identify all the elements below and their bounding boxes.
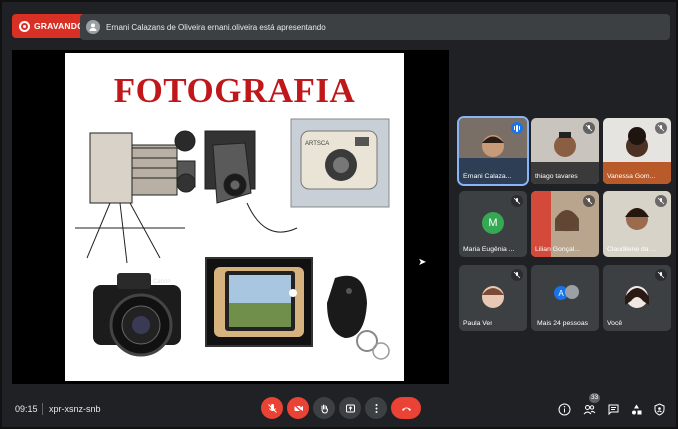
mouse-cursor-icon: ➤ bbox=[418, 257, 427, 268]
hand-icon bbox=[321, 404, 328, 414]
mic-off-icon bbox=[267, 403, 277, 413]
participant-tile[interactable]: thiago tavares bbox=[531, 118, 599, 184]
participant-tile[interactable]: Ernani Calaza... bbox=[457, 116, 529, 186]
people-icon bbox=[583, 404, 595, 414]
activities-button[interactable] bbox=[629, 402, 643, 416]
dslr-camera: Canon bbox=[93, 273, 181, 357]
participant-name: Claudilene da ... bbox=[607, 246, 657, 253]
meet-window: GRAVANDO Ernani Calazans de Oliveira ern… bbox=[0, 0, 678, 429]
presenter-text: Ernani Calazans de Oliveira ernani.olive… bbox=[106, 22, 326, 32]
mic-off-icon bbox=[511, 269, 523, 281]
participant-tile[interactable]: Lilian Gonçal... bbox=[531, 191, 599, 257]
camera-toggle-button[interactable] bbox=[287, 397, 309, 419]
present-screen-button[interactable] bbox=[339, 397, 361, 419]
more-options-button[interactable] bbox=[365, 397, 387, 419]
mic-off-icon bbox=[655, 269, 667, 281]
participant-tile[interactable]: M Maria Eugênia ... bbox=[459, 191, 527, 257]
participants-button[interactable] bbox=[582, 402, 596, 416]
meeting-info-button[interactable] bbox=[557, 402, 571, 416]
raise-hand-button[interactable] bbox=[313, 397, 335, 419]
presenter-banner: Ernani Calazans de Oliveira ernani.olive… bbox=[80, 14, 670, 40]
presenter-avatar-icon bbox=[86, 20, 100, 34]
record-icon bbox=[19, 20, 30, 32]
more-vert-icon bbox=[375, 403, 377, 413]
meeting-code[interactable]: xpr-xsnz-snb bbox=[49, 404, 101, 414]
folding-camera bbox=[204, 130, 298, 233]
self-tile[interactable]: Você bbox=[603, 265, 671, 331]
hang-up-icon bbox=[401, 407, 411, 411]
host-controls-button[interactable] bbox=[652, 402, 666, 416]
mic-toggle-button[interactable] bbox=[261, 397, 283, 419]
shield-icon bbox=[654, 402, 664, 416]
participant-name: Mais 24 pessoas bbox=[537, 320, 589, 327]
leave-call-button[interactable] bbox=[391, 397, 421, 419]
participant-name: Paula Ver bbox=[463, 320, 493, 327]
participant-name: Maria Eugênia ... bbox=[463, 246, 515, 253]
more-participants-tile[interactable]: A Mais 24 pessoas bbox=[531, 265, 599, 331]
chat-button[interactable] bbox=[606, 402, 620, 416]
present-icon bbox=[345, 404, 355, 412]
smartphone-photo bbox=[205, 257, 313, 347]
participant-name: thiago tavares bbox=[535, 173, 578, 180]
activities-icon bbox=[631, 404, 641, 414]
participant-name: Ernani Calaza... bbox=[463, 173, 512, 180]
participant-tile[interactable]: Claudilene da ... bbox=[603, 191, 671, 257]
mic-off-icon bbox=[655, 195, 667, 207]
slide: ARTSCA Canon FOTOGRAFIA bbox=[65, 53, 404, 381]
avatar: M bbox=[482, 212, 504, 234]
clock: 09:15 bbox=[15, 404, 38, 414]
mic-off-icon bbox=[583, 195, 595, 207]
participant-tile[interactable]: Vanessa Gom... bbox=[603, 118, 671, 184]
mic-off-icon bbox=[511, 195, 523, 207]
recording-label: GRAVANDO bbox=[34, 21, 84, 31]
presentation-stage[interactable]: ARTSCA Canon FOTOGRAFIA ➤ bbox=[12, 50, 449, 384]
participant-count-badge: 33 bbox=[589, 393, 601, 403]
slide-title: FOTOGRAFIA bbox=[113, 71, 356, 110]
compact-camera: ARTSCA bbox=[290, 118, 390, 208]
compact-brand-text: ARTSCA bbox=[305, 141, 329, 147]
speaking-indicator-icon bbox=[511, 122, 523, 134]
participant-name: Você bbox=[607, 320, 623, 327]
antique-camera bbox=[75, 130, 196, 264]
info-icon bbox=[558, 403, 570, 415]
participant-tile[interactable]: Paula Ver bbox=[459, 265, 527, 331]
keychain-camera bbox=[327, 275, 390, 360]
chat-icon bbox=[608, 404, 618, 415]
camera-brand-text: Canon bbox=[153, 279, 171, 285]
participant-name: Lilian Gonçal... bbox=[535, 246, 580, 253]
participant-name: Vanessa Gom... bbox=[607, 173, 656, 180]
mic-off-icon bbox=[655, 122, 667, 134]
mic-off-icon bbox=[583, 122, 595, 134]
camera-off-icon bbox=[293, 403, 303, 414]
divider bbox=[42, 403, 43, 415]
